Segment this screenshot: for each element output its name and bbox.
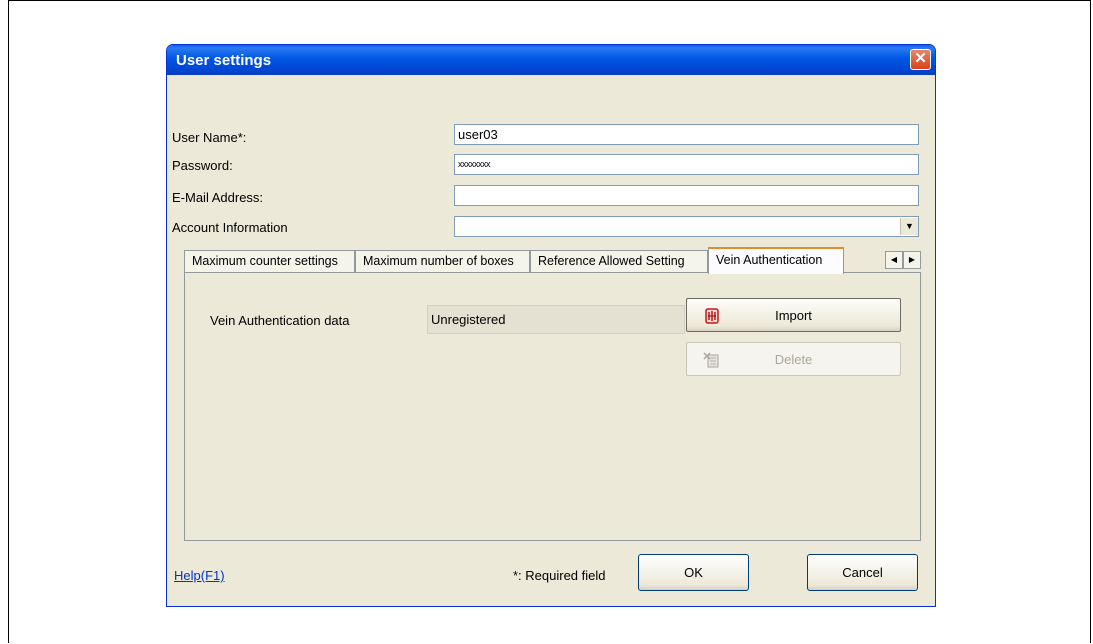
required-field-note: *: Required field: [513, 568, 606, 583]
import-button[interactable]: Import: [686, 298, 901, 332]
email-label: E-Mail Address:: [172, 190, 264, 205]
dialog-title: User settings: [176, 52, 272, 69]
vein-data-label: Vein Authentication data: [210, 313, 350, 328]
user-name-input[interactable]: user03: [454, 124, 919, 145]
vein-status-field: Unregistered: [427, 305, 685, 334]
help-link[interactable]: Help(F1): [174, 568, 225, 583]
close-icon: ✕: [914, 50, 927, 67]
user-settings-dialog: User settings ✕ User Name*: user03 Passw…: [166, 44, 936, 607]
close-button[interactable]: ✕: [910, 49, 931, 70]
password-input[interactable]: xxxxxxxx: [454, 154, 919, 175]
cancel-button[interactable]: Cancel: [807, 554, 918, 591]
chevron-down-icon[interactable]: ▼: [900, 218, 918, 235]
title-bar[interactable]: User settings ✕: [167, 45, 935, 75]
ok-button[interactable]: OK: [638, 554, 749, 591]
password-mask: xxxxxxxx: [458, 159, 491, 169]
scroll-right-icon[interactable]: ▶: [903, 251, 921, 269]
tab-vein-authentication[interactable]: Vein Authentication: [708, 247, 844, 274]
delete-button[interactable]: Delete: [686, 342, 901, 376]
delete-button-label: Delete: [774, 352, 813, 367]
vein-authentication-panel: Vein Authentication data Unregistered Im…: [184, 272, 921, 541]
import-button-label: Import: [775, 308, 812, 323]
user-name-label: User Name*:: [172, 130, 247, 145]
email-input[interactable]: [454, 185, 919, 206]
tab-maximum-counter-settings[interactable]: Maximum counter settings: [184, 250, 355, 273]
tab-reference-allowed-setting[interactable]: Reference Allowed Setting: [530, 250, 708, 273]
password-label: Password:: [172, 158, 233, 173]
account-info-select[interactable]: ▼: [454, 216, 919, 237]
tab-strip: Maximum counter settings Maximum number …: [184, 247, 921, 274]
tab-maximum-number-of-boxes[interactable]: Maximum number of boxes: [355, 250, 530, 273]
scroll-left-icon[interactable]: ◀: [885, 251, 903, 269]
tab-scroll-buttons: ◀ ▶: [885, 251, 921, 269]
account-info-label: Account Information: [172, 220, 288, 235]
